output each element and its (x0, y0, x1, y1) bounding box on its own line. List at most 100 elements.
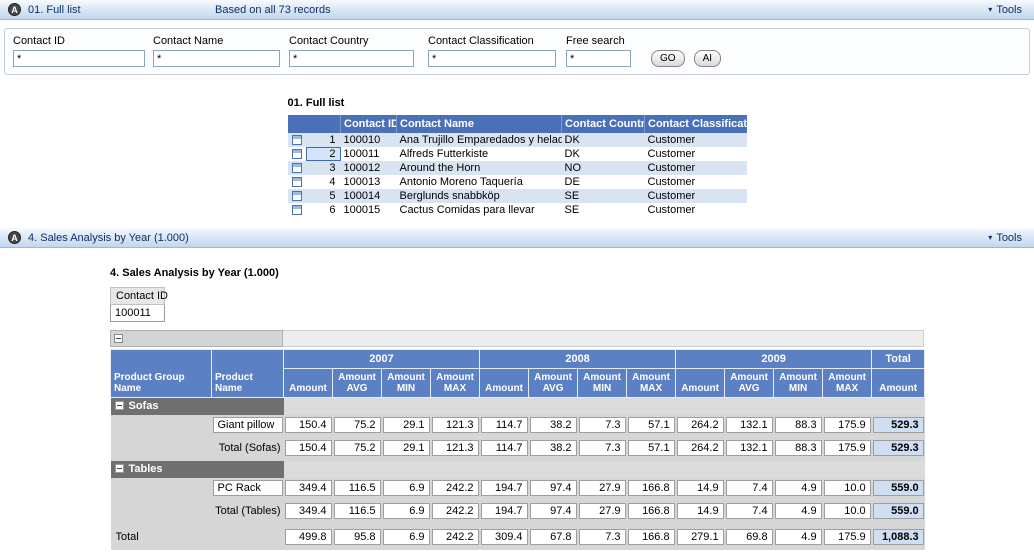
row-open-icon[interactable] (288, 175, 306, 189)
filter-input-contact-name[interactable] (153, 50, 280, 67)
collapse-all-icon[interactable] (114, 334, 123, 343)
cell-contact-name: Alfreds Futterkiste (397, 147, 562, 161)
row-open-icon[interactable] (288, 133, 306, 147)
sales-analysis-section: 4. Sales Analysis by Year (1.000) Contac… (0, 267, 1034, 550)
filter-input-contact-country[interactable] (289, 50, 414, 67)
measure-header[interactable]: Amount AVG (333, 369, 382, 398)
group-total-value-cell: 7.4 (725, 498, 774, 524)
filter-input-contact-id[interactable] (13, 50, 145, 67)
tools-menu-panel1[interactable]: ▾ Tools (988, 4, 1022, 16)
value-cell: 349.4 (284, 478, 333, 498)
cell-contact-country: DK (562, 133, 645, 147)
cell-contact-classification: Customer (645, 133, 747, 147)
measure-header[interactable]: Amount MIN (774, 369, 823, 398)
table-row[interactable]: 2100011Alfreds FutterkisteDKCustomer (288, 147, 747, 161)
row-open-icon[interactable] (288, 147, 306, 161)
measure-header[interactable]: Amount MAX (627, 369, 676, 398)
table-row[interactable]: 4100013Antonio Moreno TaqueríaDECustomer (288, 175, 747, 189)
table-row[interactable]: 5100014Berglunds snabbköpSECustomer (288, 189, 747, 203)
value-cell: 10.0 (823, 478, 872, 498)
table-row[interactable]: 1100010Ana Trujillo Emparedados y helado… (288, 133, 747, 147)
col-header-contact-name[interactable]: Contact Name (397, 115, 562, 133)
measure-header[interactable]: Amount MIN (382, 369, 431, 398)
contact-id-filter-value[interactable]: 100011 (110, 305, 165, 322)
row-number-cell[interactable]: 6 (306, 203, 341, 217)
tools-label: Tools (996, 232, 1022, 244)
grand-total-value-cell: 95.8 (333, 524, 382, 550)
measure-header-total[interactable]: Amount (872, 369, 925, 398)
form-icon (292, 135, 302, 145)
group-total-row: Total (Tables)349.4116.56.9242.2194.797.… (111, 498, 925, 524)
measure-header[interactable]: Amount MIN (578, 369, 627, 398)
row-open-icon[interactable] (288, 161, 306, 175)
year-column-header[interactable]: 2008 (480, 350, 676, 369)
year-column-header[interactable]: 2009 (676, 350, 872, 369)
measure-header[interactable]: Amount (480, 369, 529, 398)
cell-contact-classification: Customer (645, 175, 747, 189)
group-total-value-cell: 349.4 (284, 498, 333, 524)
measure-header[interactable]: Amount MAX (431, 369, 480, 398)
row-open-icon[interactable] (288, 203, 306, 217)
row-number-cell[interactable]: 1 (306, 133, 341, 147)
col-header-contact-country[interactable]: Contact Country (562, 115, 645, 133)
row-number-cell[interactable]: 2 (306, 147, 341, 161)
table-row[interactable]: 6100015Cactus Comidas para llevarSECusto… (288, 203, 747, 217)
row-total-cell: 559.0 (872, 478, 925, 498)
measure-header[interactable]: Amount (284, 369, 333, 398)
contact-id-filter-label: Contact ID (110, 287, 165, 305)
group-header-row[interactable]: Sofas (111, 398, 925, 415)
value-cell: 38.2 (529, 415, 578, 435)
total-column-header[interactable]: Total (872, 350, 925, 369)
col-header-contact-classification[interactable]: Contact Classification (645, 115, 747, 133)
collapse-icon[interactable] (115, 464, 124, 473)
group-label[interactable]: Sofas (111, 398, 284, 415)
group-total-value-cell: 132.1 (725, 435, 774, 461)
group-row-filler (284, 461, 925, 478)
table-row[interactable]: 3100012Around the HornNOCustomer (288, 161, 747, 175)
group-total-value-cell: 114.7 (480, 435, 529, 461)
measure-header[interactable]: Amount MAX (823, 369, 872, 398)
full-list-header-row: Contact ID Contact Name Contact Country … (288, 115, 747, 133)
full-list-table: Contact ID Contact Name Contact Country … (288, 115, 747, 217)
group-total-value-cell: 27.9 (578, 498, 627, 524)
value-cell: 97.4 (529, 478, 578, 498)
row-open-icon[interactable] (288, 189, 306, 203)
pivot-year-header-row: Product Group NameProduct Name2007200820… (111, 350, 925, 369)
filter-label-contact-id: Contact ID (13, 35, 153, 48)
row-header-product-name[interactable]: Product Name (212, 350, 284, 398)
row-number-cell[interactable]: 4 (306, 175, 341, 189)
product-group-cell (111, 478, 212, 498)
value-cell: 27.9 (578, 478, 627, 498)
product-name-cell: Giant pillow (212, 415, 284, 435)
measure-header[interactable]: Amount AVG (529, 369, 578, 398)
group-total-value-cell: 4.9 (774, 498, 823, 524)
value-cell: 175.9 (823, 415, 872, 435)
tools-menu-panel2[interactable]: ▾ Tools (988, 232, 1022, 244)
group-total-total-cell: 559.0 (872, 498, 925, 524)
collapse-icon[interactable] (115, 401, 124, 410)
row-header-product-group-name[interactable]: Product Group Name (111, 350, 212, 398)
filter-input-contact-classification[interactable] (428, 50, 556, 67)
measure-header[interactable]: Amount AVG (725, 369, 774, 398)
cell-contact-country: DK (562, 147, 645, 161)
measure-header[interactable]: Amount (676, 369, 725, 398)
value-cell: 6.9 (382, 478, 431, 498)
row-number-cell[interactable]: 3 (306, 161, 341, 175)
group-total-value-cell: 264.2 (676, 435, 725, 461)
ai-button[interactable]: AI (694, 50, 721, 67)
year-column-header[interactable]: 2007 (284, 350, 480, 369)
col-header-contact-id[interactable]: Contact ID (341, 115, 397, 133)
pivot-table: Product Group NameProduct Name2007200820… (110, 349, 925, 550)
go-button[interactable]: GO (651, 50, 685, 67)
row-number-cell[interactable]: 5 (306, 189, 341, 203)
grand-total-value-cell: 67.8 (529, 524, 578, 550)
product-name-cell: PC Rack (212, 478, 284, 498)
group-total-label: Total (Tables) (212, 498, 284, 524)
group-label[interactable]: Tables (111, 461, 284, 478)
group-header-row[interactable]: Tables (111, 461, 925, 478)
panel1-record-count: Based on all 73 records (215, 4, 331, 16)
filter-input-free-search[interactable] (566, 50, 631, 67)
cell-contact-country: SE (562, 203, 645, 217)
pivot-top-strip (110, 330, 924, 347)
app-logo-icon: A (8, 231, 21, 244)
